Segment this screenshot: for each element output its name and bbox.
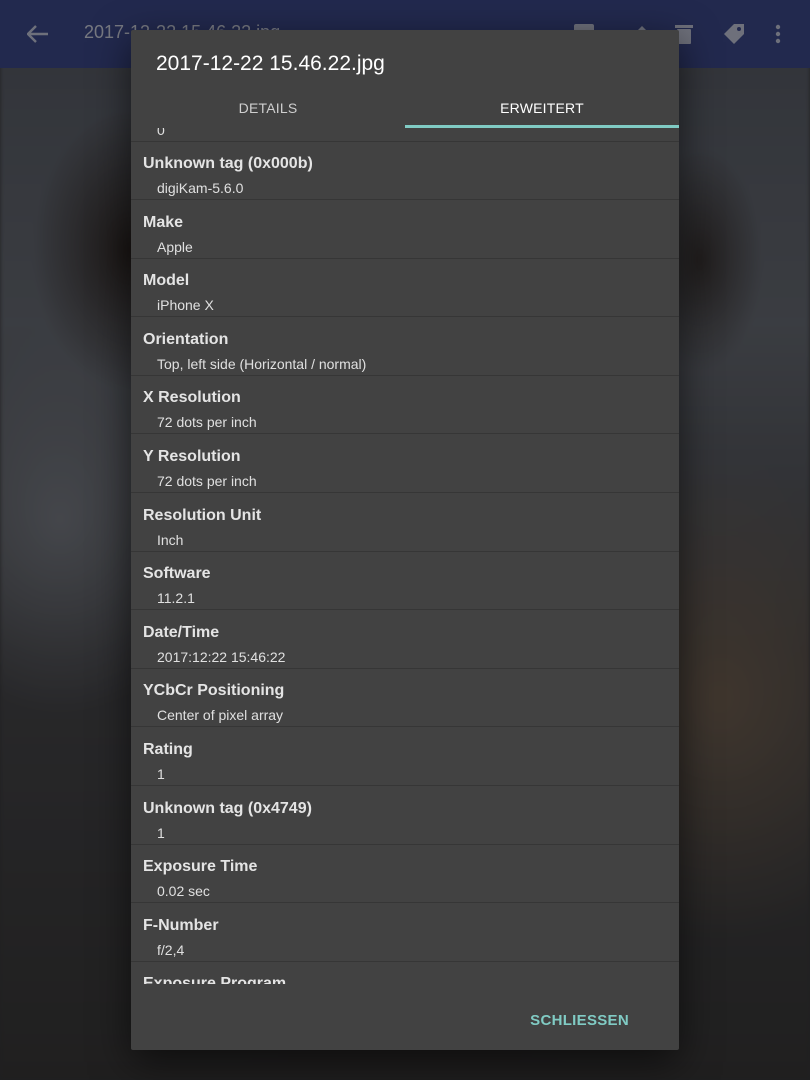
entry-key: Y Resolution	[143, 448, 241, 465]
entry-key: Model	[143, 272, 190, 290]
list-item: Date/Time 2017:12:22 15:46:22	[131, 611, 679, 669]
entry-key: Orientation	[143, 330, 229, 348]
list-item: Rating 1	[131, 728, 679, 786]
dialog-title: 2017-12-22 15.46.22.jpg	[156, 52, 385, 75]
entry-key: Unknown tag (0x4749)	[143, 799, 312, 817]
list-item: Unknown tag (0x000b) digiKam-5.6.0	[131, 142, 679, 200]
list-item: Make Apple	[131, 201, 679, 259]
exif-list[interactable]: 0 Unknown tag (0x000b) digiKam-5.6.0 Mak…	[131, 128, 679, 984]
list-item: Unknown tag (0x4749) 1	[131, 787, 679, 845]
entry-value: Top, left side (Horizontal / normal)	[157, 355, 367, 372]
entry-value: 2017:12:22 15:46:22	[157, 648, 286, 665]
entry-key: Date/Time	[143, 623, 220, 641]
entry-value: digiKam-5.6.0	[157, 180, 244, 196]
list-item: Resolution Unit Inch	[131, 494, 679, 552]
list-item: YCbCr Positioning Center of pixel array	[131, 669, 679, 728]
entry-value: 0.02 sec	[157, 883, 210, 900]
entry-key: YCbCr Positioning	[143, 682, 285, 700]
list-item: Exposure Program	[131, 962, 679, 984]
entry-key: Exposure Program	[143, 975, 287, 984]
entry-key: Exposure Time	[143, 858, 258, 876]
entry-value: 1	[157, 824, 165, 841]
list-item: Software 11.2.1	[131, 552, 679, 611]
entry-value: Center of pixel array	[157, 707, 284, 724]
list-item: Model iPhone X	[131, 259, 679, 318]
entry-value: f/2,4	[157, 941, 185, 958]
entry-value: iPhone X	[157, 297, 214, 314]
entry-key: F-Number	[143, 916, 219, 934]
list-item: Y Resolution 72 dots per inch	[131, 435, 679, 493]
tab-details[interactable]: DETAILS	[131, 88, 405, 128]
list-item: Orientation Top, left side (Horizontal /…	[131, 318, 679, 376]
tab-bar: DETAILS ERWEITERT	[131, 88, 679, 128]
list-item: F-Number f/2,4	[131, 904, 679, 962]
list-item: Exposure Time 0.02 sec	[131, 845, 679, 904]
tab-erweitert[interactable]: ERWEITERT	[405, 88, 679, 128]
entry-key: X Resolution	[143, 389, 241, 407]
close-button[interactable]: SCHLIESSEN	[520, 1002, 639, 1038]
entry-key: Unknown tag (0x000b)	[143, 155, 313, 172]
list-item: X Resolution 72 dots per inch	[131, 376, 679, 435]
entry-value: Inch	[157, 531, 184, 548]
entry-value: 72 dots per inch	[157, 473, 257, 489]
details-dialog: 2017-12-22 15.46.22.jpg DETAILS ERWEITER…	[131, 30, 679, 1050]
entry-key: Rating	[143, 741, 193, 758]
entry-key: Resolution Unit	[143, 506, 262, 524]
entry-value: Apple	[157, 238, 193, 255]
list-item: 0	[131, 128, 679, 142]
entry-value: 72 dots per inch	[157, 414, 257, 431]
entry-value: 0	[157, 128, 165, 138]
entry-value: 1	[157, 766, 165, 782]
entry-value: 11.2.1	[157, 590, 195, 607]
entry-key: Software	[143, 565, 211, 583]
entry-key: Make	[143, 213, 184, 231]
